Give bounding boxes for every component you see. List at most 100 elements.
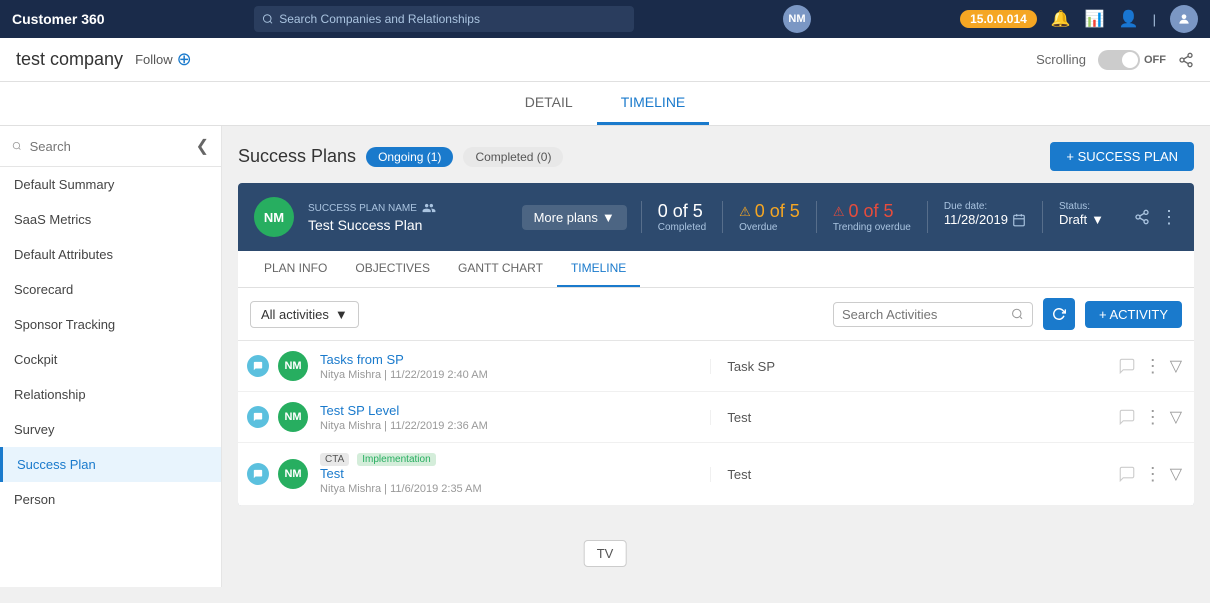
activity-actions: ⋮ ▽: [1118, 407, 1182, 428]
activity-description: Task SP: [710, 359, 1105, 374]
activity-avatar: NM: [278, 459, 308, 489]
sidebar-search-input[interactable]: [30, 139, 188, 154]
activities-container: All activities ▼ + ACTIVITY: [238, 288, 1194, 506]
main-content: Success Plans Ongoing (1) Completed (0) …: [222, 126, 1210, 587]
activity-comment-icon[interactable]: [1118, 408, 1136, 426]
sidebar-collapse-icon[interactable]: ❮: [196, 136, 209, 156]
activity-row: NM CTA Implementation Test Nitya Mishra …: [238, 443, 1194, 506]
plan-tab-gantt[interactable]: GANTT CHART: [444, 251, 557, 287]
sidebar-item-survey[interactable]: Survey: [0, 412, 221, 447]
sidebar-item-relationship[interactable]: Relationship: [0, 377, 221, 412]
plan-info-label: SUCCESS PLAN NAME: [308, 201, 508, 215]
global-search-container[interactable]: [254, 6, 634, 32]
add-success-plan-button[interactable]: + SUCCESS PLAN: [1050, 142, 1194, 171]
plan-tab-timeline[interactable]: TIMELINE: [557, 251, 640, 287]
follow-plus-icon: ⊕: [177, 49, 192, 70]
tab-timeline[interactable]: TIMELINE: [597, 82, 710, 125]
activities-search-input[interactable]: [842, 307, 1005, 322]
plan-share-icon[interactable]: [1134, 209, 1150, 225]
activity-meta: Nitya Mishra | 11/22/2019 2:36 AM: [320, 420, 698, 432]
activity-comment-icon[interactable]: [1118, 465, 1136, 483]
comment-dot-icon: [253, 469, 263, 479]
activities-search-container[interactable]: [833, 302, 1033, 327]
trending-stat: ⚠ 0 of 5 Trending overdue: [816, 201, 927, 233]
user-avatar-nav[interactable]: [1170, 5, 1198, 33]
more-plans-button[interactable]: More plans ▼: [522, 205, 627, 230]
ongoing-tab[interactable]: Ongoing (1): [366, 147, 453, 167]
sidebar-item-person[interactable]: Person: [0, 482, 221, 517]
company-name: test company: [16, 49, 123, 70]
comment-dot-icon: [253, 361, 263, 371]
activity-avatar: NM: [278, 351, 308, 381]
plan-actions: ⋮: [1134, 207, 1178, 228]
toggle-state-label: OFF: [1144, 54, 1166, 66]
notifications-icon[interactable]: 🔔: [1051, 9, 1071, 29]
activity-more-icon[interactable]: ⋮: [1144, 464, 1162, 485]
activity-more-icon[interactable]: ⋮: [1144, 407, 1162, 428]
user-avatar-top[interactable]: NM: [783, 5, 811, 33]
overdue-stat: ⚠ 0 of 5 Overdue: [722, 201, 816, 233]
body-container: ❮ Default Summary SaaS Metrics Default A…: [0, 126, 1210, 587]
success-plans-header: Success Plans Ongoing (1) Completed (0) …: [238, 142, 1194, 171]
sidebar-search-container[interactable]: ❮: [0, 126, 221, 167]
timeline-dot: [247, 463, 269, 485]
status-section: Status: Draft ▼: [1042, 201, 1120, 233]
implementation-badge: Implementation: [357, 453, 435, 466]
people-icon: [422, 201, 436, 215]
follow-button[interactable]: Follow ⊕: [135, 49, 192, 70]
plan-card-inner: NM SUCCESS PLAN NAME Test Success Plan M…: [238, 183, 1194, 251]
activity-expand-icon[interactable]: ▽: [1170, 356, 1182, 376]
scrolling-toggle[interactable]: OFF: [1098, 50, 1166, 70]
toggle-track[interactable]: [1098, 50, 1140, 70]
activity-expand-icon[interactable]: ▽: [1170, 464, 1182, 484]
add-activity-button[interactable]: + ACTIVITY: [1085, 301, 1182, 328]
timeline-line: [250, 463, 266, 485]
plan-tab-objectives[interactable]: OBJECTIVES: [341, 251, 444, 287]
share-icon[interactable]: [1178, 52, 1194, 68]
activity-description: Test: [710, 410, 1105, 425]
activity-expand-icon[interactable]: ▽: [1170, 407, 1182, 427]
sidebar-item-cockpit[interactable]: Cockpit: [0, 342, 221, 377]
activity-title[interactable]: Tasks from SP: [320, 352, 698, 367]
help-icon[interactable]: 👤: [1119, 9, 1139, 29]
refresh-icon: [1052, 307, 1066, 321]
tv-button[interactable]: TV: [584, 540, 627, 567]
success-plans-title: Success Plans: [238, 146, 356, 167]
tab-detail[interactable]: DETAIL: [501, 82, 597, 125]
app-title: Customer 360: [12, 11, 105, 27]
sidebar-item-scorecard[interactable]: Scorecard: [0, 272, 221, 307]
activity-actions: ⋮ ▽: [1118, 464, 1182, 485]
global-search-input[interactable]: [279, 12, 626, 26]
user-circle-icon: [1177, 12, 1191, 26]
header-right: Scrolling OFF: [1036, 50, 1194, 70]
scrolling-label: Scrolling: [1036, 52, 1086, 67]
activity-more-icon[interactable]: ⋮: [1144, 356, 1162, 377]
activity-title[interactable]: Test SP Level: [320, 403, 698, 418]
activity-description: Test: [710, 467, 1105, 482]
sidebar-item-default-summary[interactable]: Default Summary: [0, 167, 221, 202]
refresh-button[interactable]: [1043, 298, 1075, 330]
plan-info: SUCCESS PLAN NAME Test Success Plan: [308, 201, 508, 233]
plan-tabs: PLAN INFO OBJECTIVES GANTT CHART TIMELIN…: [238, 251, 1194, 288]
activity-comment-icon[interactable]: [1118, 357, 1136, 375]
activity-info: Test SP Level Nitya Mishra | 11/22/2019 …: [320, 403, 698, 432]
timeline-line: [250, 355, 266, 377]
completed-stat: 0 of 5 Completed: [641, 201, 722, 233]
sidebar-item-default-attributes[interactable]: Default Attributes: [0, 237, 221, 272]
sidebar-item-saas-metrics[interactable]: SaaS Metrics: [0, 202, 221, 237]
reports-icon[interactable]: 📊: [1085, 9, 1105, 29]
calendar-icon[interactable]: [1012, 213, 1026, 227]
activities-filter[interactable]: All activities ▼: [250, 301, 359, 328]
completed-tab[interactable]: Completed (0): [463, 147, 563, 167]
activity-row: NM Tasks from SP Nitya Mishra | 11/22/20…: [238, 341, 1194, 392]
toggle-thumb: [1122, 52, 1138, 68]
activity-row: NM Test SP Level Nitya Mishra | 11/22/20…: [238, 392, 1194, 443]
activity-avatar: NM: [278, 402, 308, 432]
plan-tab-info[interactable]: PLAN INFO: [250, 251, 341, 287]
plan-more-icon[interactable]: ⋮: [1160, 207, 1178, 228]
sidebar: ❮ Default Summary SaaS Metrics Default A…: [0, 126, 222, 587]
sidebar-item-sponsor-tracking[interactable]: Sponsor Tracking: [0, 307, 221, 342]
activity-title[interactable]: Test: [320, 466, 698, 481]
activities-search-icon: [1011, 307, 1024, 321]
sidebar-item-success-plan[interactable]: Success Plan: [0, 447, 221, 482]
